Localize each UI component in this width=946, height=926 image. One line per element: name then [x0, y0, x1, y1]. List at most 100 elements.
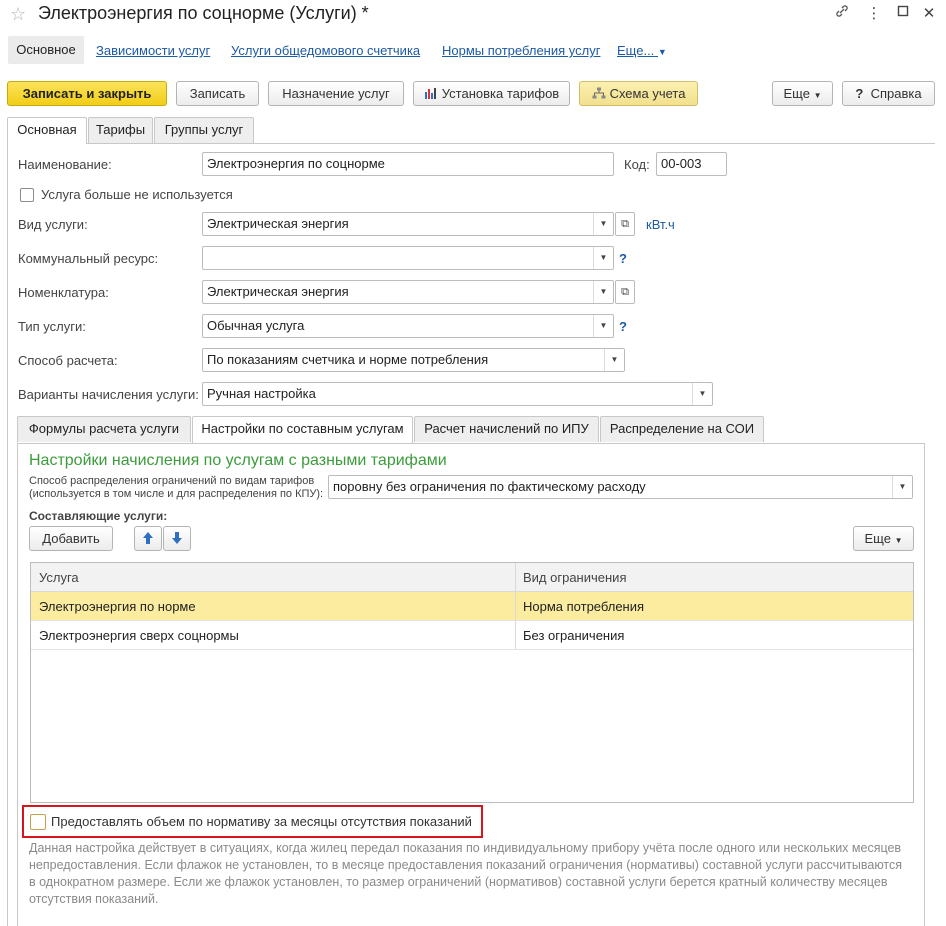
grid-more-label: Еще — [864, 531, 891, 546]
accrual-variants-value: Ручная настройка — [207, 386, 316, 401]
calc-method-value: По показаниям счетчика и норме потреблен… — [207, 352, 489, 367]
favorite-star-icon[interactable]: ☆ — [10, 4, 26, 25]
service-kind-label: Тип услуги: — [18, 319, 86, 334]
service-type-value: Электрическая энергия — [207, 216, 349, 231]
assign-services-button[interactable]: Назначение услуг — [268, 81, 404, 106]
tab-tariffs[interactable]: Тарифы — [88, 117, 153, 143]
bar-chart-icon — [424, 83, 438, 106]
row-limit-cell[interactable]: Норма потребления — [523, 592, 644, 621]
set-tariffs-label: Установка тарифов — [441, 86, 560, 101]
column-separator — [515, 563, 516, 591]
provide-volume-checkbox[interactable] — [30, 814, 46, 830]
set-tariffs-button[interactable]: Установка тарифов — [413, 81, 570, 106]
tab-service-groups[interactable]: Группы услуг — [154, 117, 254, 143]
help-label: Справка — [870, 86, 922, 101]
table-row[interactable]: Электроэнергия сверх соцнормы Без ограни… — [31, 621, 913, 650]
tab-component-settings[interactable]: Настройки по составным услугам — [192, 416, 413, 443]
code-input[interactable]: 00-003 — [656, 152, 727, 176]
panel-heading: Настройки начисления по услугам с разным… — [29, 452, 447, 469]
dropdown-arrow-icon[interactable]: ▼ — [593, 213, 613, 235]
help-icon: ? — [855, 86, 864, 101]
tab-main[interactable]: Основная — [7, 117, 87, 144]
resource-select[interactable]: ▼ — [202, 246, 614, 270]
link-icon[interactable] — [831, 4, 853, 22]
window-title: Электроэнергия по соцнорме (Услуги) * — [38, 3, 369, 23]
resource-label: Коммунальный ресурс: — [18, 251, 159, 266]
maximize-icon[interactable] — [892, 4, 914, 21]
tabs-baseline — [7, 143, 935, 144]
calc-method-select[interactable]: По показаниям счетчика и норме потреблен… — [202, 348, 625, 372]
chevron-down-icon: ▼ — [813, 91, 822, 100]
nav-more[interactable]: Еще... ▼ — [617, 43, 667, 58]
accounting-scheme-button[interactable]: Схема учета — [579, 81, 698, 106]
service-kind-value: Обычная услуга — [207, 318, 305, 333]
distribution-select[interactable]: поровну без ограничения по фактическому … — [328, 475, 913, 499]
dropdown-arrow-icon[interactable]: ▼ — [593, 281, 613, 303]
service-type-select[interactable]: Электрическая энергия ▼ — [202, 212, 614, 236]
help-question-icon[interactable]: ? — [619, 251, 627, 266]
service-type-label: Вид услуги: — [18, 217, 88, 232]
components-table[interactable]: Услуга Вид ограничения Электроэнергия по… — [30, 562, 914, 803]
tab-formulas[interactable]: Формулы расчета услуги — [17, 416, 191, 442]
distribution-value: поровну без ограничения по фактическому … — [333, 479, 646, 494]
open-item-icon[interactable]: ⧉ — [615, 280, 635, 304]
nomenclature-select[interactable]: Электрическая энергия ▼ — [202, 280, 614, 304]
distribution-label: Способ распределения ограничений по вида… — [29, 475, 323, 501]
grid-more-button[interactable]: Еще ▼ — [853, 526, 914, 551]
column-header-service[interactable]: Услуга — [39, 563, 79, 592]
accrual-variants-select[interactable]: Ручная настройка ▼ — [202, 382, 713, 406]
unit-label[interactable]: кВт.ч — [646, 217, 675, 232]
move-down-icon[interactable] — [163, 526, 191, 551]
setting-description: Данная настройка действует в ситуациях, … — [29, 841, 903, 906]
column-header-limit[interactable]: Вид ограничения — [523, 563, 627, 592]
save-and-close-button[interactable]: Записать и закрыть — [7, 81, 167, 106]
dropdown-arrow-icon[interactable]: ▼ — [692, 383, 712, 405]
help-question-icon[interactable]: ? — [619, 319, 627, 334]
nomenclature-label: Номенклатура: — [18, 285, 109, 300]
help-button[interactable]: ? Справка — [842, 81, 935, 106]
nav-dependencies[interactable]: Зависимости услуг — [96, 43, 210, 58]
tab-panel-border — [7, 143, 8, 926]
scheme-icon — [592, 83, 606, 106]
more-label: Еще — [783, 86, 810, 101]
row-limit-cell[interactable]: Без ограничения — [523, 621, 624, 650]
nomenclature-value: Электрическая энергия — [207, 284, 349, 299]
chevron-down-icon: ▼ — [657, 47, 667, 57]
table-header: Услуга Вид ограничения — [31, 563, 913, 592]
more-button[interactable]: Еще ▼ — [772, 81, 833, 106]
components-label: Составляющие услуги: — [29, 509, 168, 523]
distribution-label-line1: Способ распределения ограничений по вида… — [29, 475, 315, 487]
accounting-scheme-label: Схема учета — [609, 86, 686, 101]
nav-more-label: Еще... — [617, 43, 655, 58]
dropdown-arrow-icon[interactable]: ▼ — [593, 315, 613, 337]
nav-main[interactable]: Основное — [8, 36, 84, 64]
name-input[interactable]: Электроэнергия по соцнорме — [202, 152, 614, 176]
provide-volume-label: Предоставлять объем по нормативу за меся… — [51, 814, 472, 829]
dropdown-arrow-icon[interactable]: ▼ — [892, 476, 912, 498]
nav-consumption-norms[interactable]: Нормы потребления услуг — [442, 43, 600, 58]
name-label: Наименование: — [18, 157, 112, 172]
accrual-variants-label: Варианты начисления услуги: — [18, 387, 199, 402]
chevron-down-icon: ▼ — [894, 536, 903, 545]
dropdown-arrow-icon[interactable]: ▼ — [604, 349, 624, 371]
table-row[interactable]: Электроэнергия по норме Норма потреблени… — [31, 592, 913, 621]
more-vertical-icon[interactable]: ⋮ — [863, 4, 885, 22]
distribution-label-line2: (используется в том числе и для распреде… — [29, 488, 324, 500]
row-service-cell[interactable]: Электроэнергия сверх соцнормы — [39, 621, 239, 650]
column-separator — [515, 592, 516, 620]
service-unused-label: Услуга больше не используется — [41, 187, 233, 202]
open-item-icon[interactable]: ⧉ — [615, 212, 635, 236]
save-button[interactable]: Записать — [176, 81, 259, 106]
calc-method-label: Способ расчета: — [18, 353, 118, 368]
add-button[interactable]: Добавить — [29, 526, 113, 551]
close-icon[interactable]: ✕ — [918, 4, 940, 22]
tab-ipu-calc[interactable]: Расчет начислений по ИПУ — [414, 416, 599, 442]
tab-soi-distribution[interactable]: Распределение на СОИ — [600, 416, 764, 442]
move-up-icon[interactable] — [134, 526, 162, 551]
code-label: Код: — [624, 157, 650, 172]
nav-common-meter-services[interactable]: Услуги общедомового счетчика — [231, 43, 420, 58]
row-service-cell[interactable]: Электроэнергия по норме — [39, 592, 196, 621]
dropdown-arrow-icon[interactable]: ▼ — [593, 247, 613, 269]
service-unused-checkbox[interactable] — [20, 188, 34, 202]
service-kind-select[interactable]: Обычная услуга ▼ — [202, 314, 614, 338]
